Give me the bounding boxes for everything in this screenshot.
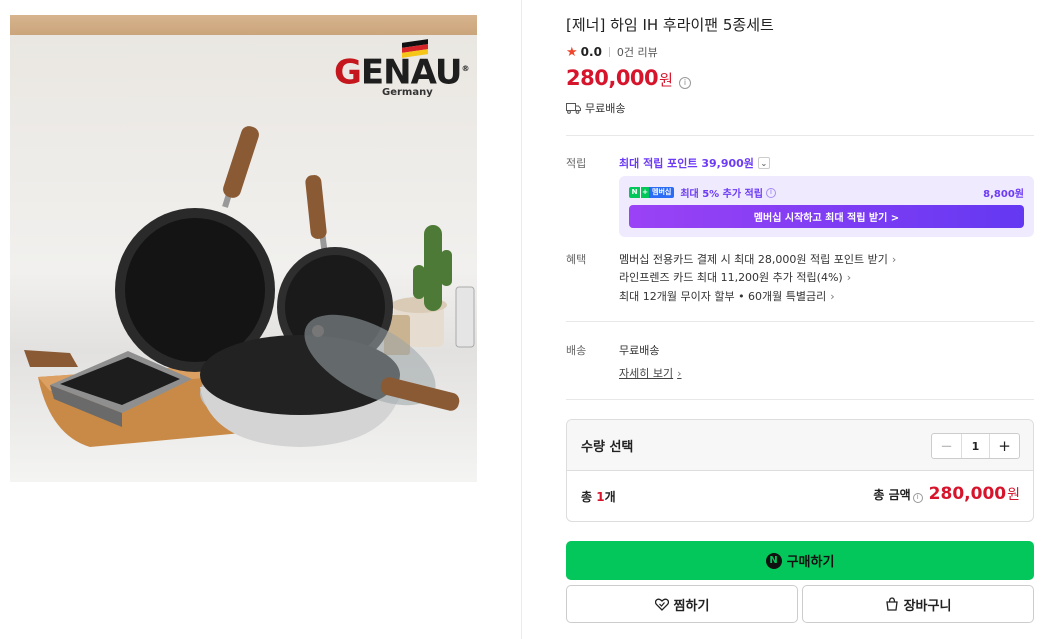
shipping-summary: 무료배송 (566, 100, 625, 116)
membership-start-button[interactable]: 멤버십 시작하고 최대 적립 받기 > (629, 205, 1024, 228)
benefits-label: 혜택 (566, 253, 587, 266)
brand-logo: GENAU® Germany (334, 39, 469, 98)
info-icon[interactable]: i (678, 77, 691, 89)
brand-letter: G (334, 52, 362, 93)
wishlist-button-label: 찜하기 (673, 598, 710, 614)
benefit-text: 최대 12개월 무이자 할부 • 60개월 특별금리 (619, 290, 827, 303)
benefit-item-linefriends[interactable]: 라인프렌즈 카드 최대 11,200원 추가 적립(4%) › (619, 269, 851, 285)
quantity-value[interactable]: 1 (961, 434, 990, 458)
review-count-link[interactable]: 0건 리뷰 (617, 44, 658, 60)
shipping-summary-text: 무료배송 (585, 102, 626, 115)
increase-button[interactable]: + (990, 434, 1019, 458)
product-title: [제너] 하임 IH 후라이팬 5종세트 (566, 16, 774, 34)
heart-icon (654, 598, 669, 611)
divider (566, 135, 1034, 136)
quantity-stepper: − 1 + (931, 433, 1020, 459)
total-count-suffix: 개 (604, 490, 616, 504)
divider (566, 399, 1034, 400)
product-image: GENAU® Germany (10, 15, 477, 482)
truck-icon (566, 103, 581, 114)
total-count-value: 1 (596, 490, 605, 504)
cart-button[interactable]: 장바구니 (802, 585, 1034, 623)
price-row: 280,000 원 i (566, 66, 691, 90)
chevron-right-icon: › (677, 367, 682, 380)
quantity-box: 수량 선택 − 1 + 총 1개 총 금액 i 280,000 원 (566, 419, 1034, 522)
benefit-item-installment[interactable]: 최대 12개월 무이자 할부 • 60개월 특별금리 › (619, 288, 835, 304)
total-amount: 총 금액 i 280,000 원 (873, 484, 1020, 504)
chevron-right-icon: › (891, 252, 897, 266)
delivery-value: 무료배송 (619, 344, 660, 357)
info-icon[interactable]: i (912, 492, 923, 503)
rating-score: 0.0 (580, 45, 602, 59)
price-unit: 원 (659, 71, 673, 89)
chevron-right-icon: › (846, 270, 852, 284)
rating-row: ★ 0.0 0건 리뷰 (566, 44, 658, 60)
naver-membership-badge: N + 멤버십 (629, 187, 675, 198)
membership-amount: 8,800원 (983, 189, 1024, 200)
benefit-item-card-points[interactable]: 멤버십 전용카드 결제 시 최대 28,000원 적립 포인트 받기 › (619, 251, 896, 267)
cart-button-label: 장바구니 (903, 598, 952, 614)
badge-plus: + (640, 187, 649, 198)
registered-mark: ® (461, 64, 469, 73)
badge-n: N (629, 187, 640, 198)
star-icon: ★ (566, 44, 578, 60)
max-points-dropdown[interactable]: 최대 적립 포인트 39,900원 ⌄ (619, 155, 770, 171)
chevron-right-icon: › (830, 289, 835, 303)
membership-line: N + 멤버십 최대 5% 추가 적립 i 8,800원 (629, 185, 1024, 200)
membership-box: N + 멤버십 최대 5% 추가 적립 i 8,800원 멤버십 시작하고 최대… (619, 176, 1034, 237)
brand-subtitle: Germany (382, 87, 433, 98)
delivery-detail-link[interactable]: 자세히 보기 › (619, 365, 682, 381)
total-count-prefix: 총 (581, 490, 597, 504)
quantity-label: 수량 선택 (581, 440, 634, 455)
total-amount-value: 280,000 (928, 484, 1007, 504)
divider (566, 321, 1034, 322)
separator (608, 47, 610, 57)
max-points-text: 최대 적립 포인트 39,900원 (619, 157, 754, 170)
info-icon[interactable]: i (765, 187, 776, 198)
chevron-down-icon: ⌄ (757, 157, 770, 169)
quantity-header: 수량 선택 − 1 + (567, 420, 1033, 471)
decrease-button[interactable]: − (932, 434, 961, 458)
detail-link-text: 자세히 보기 (619, 367, 674, 380)
total-amount-unit: 원 (1007, 487, 1020, 503)
shopping-bag-icon (885, 597, 898, 611)
delivery-label: 배송 (566, 344, 587, 357)
benefit-text: 멤버십 전용카드 결제 시 최대 28,000원 적립 포인트 받기 (619, 253, 888, 266)
badge-membership: 멤버십 (649, 187, 675, 198)
points-label: 적립 (566, 157, 587, 170)
price-value: 280,000 (566, 66, 659, 90)
wishlist-button[interactable]: 찜하기 (566, 585, 798, 623)
buy-button[interactable]: N 구매하기 (566, 541, 1034, 580)
membership-text: 최대 5% 추가 적립 (680, 189, 763, 200)
naver-n-icon: N (765, 552, 782, 569)
total-count: 총 1개 (581, 488, 616, 505)
total-amount-label: 총 금액 (873, 488, 911, 502)
benefit-text: 라인프렌즈 카드 최대 11,200원 추가 적립(4%) (619, 271, 843, 284)
buy-button-label: 구매하기 (786, 555, 835, 570)
vertical-divider (521, 0, 522, 639)
